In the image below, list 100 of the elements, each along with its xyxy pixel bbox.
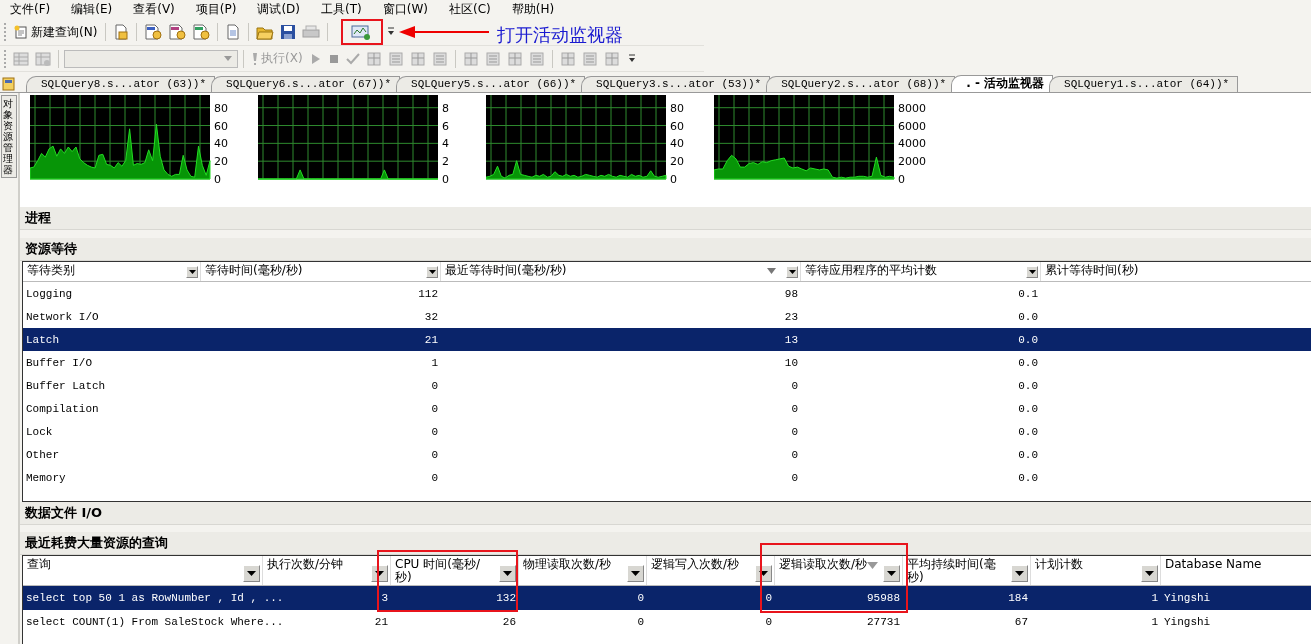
menu-item[interactable]: 社区(C)	[442, 1, 497, 18]
table-cell: 0	[637, 592, 644, 604]
table-row[interactable]: Other 0 0 0.0	[23, 443, 1311, 467]
tick-label: 20	[670, 155, 684, 169]
tick-label: 80	[214, 101, 228, 115]
table-cell: 27731	[867, 616, 900, 628]
table-cell: 21	[424, 333, 438, 346]
table-cell: Other	[26, 448, 59, 461]
table-cell: 0.0	[1018, 402, 1038, 415]
table-cell: Yingshi	[1164, 592, 1211, 604]
tick-label: 60	[214, 119, 228, 133]
table-row[interactable]: Buffer Latch 0 0 0.0	[23, 374, 1311, 398]
column-header[interactable]: Database Name	[1165, 558, 1262, 571]
table-row[interactable]: Buffer I/O 1 10 0.0	[23, 351, 1311, 375]
new-query-button[interactable]: 新建查询(N)	[11, 21, 101, 43]
column-header[interactable]: 等待应用程序的平均计数	[805, 264, 937, 278]
table-cell: 0	[431, 448, 438, 461]
column-header[interactable]: 执行次数/分钟	[267, 558, 344, 571]
table-cell: Memory	[26, 471, 66, 484]
tick-label: 20	[214, 155, 228, 169]
document-tab[interactable]: SQLQuery5.s...ator (66))*	[396, 76, 586, 92]
table-cell: 0	[791, 425, 798, 438]
table-cell: 0	[791, 471, 798, 484]
table-cell: 21	[374, 616, 388, 628]
table-cell: 1	[1151, 616, 1158, 628]
table-cell: Compilation	[26, 402, 99, 415]
table-row[interactable]: Lock 0 0 0.0	[23, 420, 1311, 444]
table-cell: 184	[1008, 592, 1028, 604]
column-header[interactable]: 等待类别	[27, 264, 75, 278]
tick-label: 0	[898, 173, 905, 183]
object-explorer-tab[interactable]: 对象资源管理器	[1, 95, 17, 178]
callout-text: 打开活动监视器	[497, 23, 624, 47]
table-cell: 13	[784, 333, 798, 346]
table-cell: 1	[431, 356, 438, 369]
table-cell: 0	[431, 402, 438, 415]
menu-item[interactable]: 调试(D)	[251, 1, 306, 18]
table-row[interactable]: select COUNT(1) From SaleStock Where... 21 26 0 0 27731 67 1 Yingshi	[23, 610, 1311, 634]
menu-item[interactable]: 查看(V)	[127, 1, 181, 18]
tick-label: 40	[670, 137, 684, 151]
tick-label: 4	[442, 137, 449, 151]
column-header[interactable]: 平均持续时间(毫秒)	[907, 558, 1004, 584]
table-cell: 0.0	[1018, 471, 1038, 484]
table-cell: 10	[784, 356, 798, 369]
document-tab[interactable]: SQLQuery8.s...ator (63))*	[26, 76, 216, 92]
tick-label: 6000	[898, 119, 926, 133]
column-header[interactable]: 等待时间(毫秒/秒)	[205, 264, 303, 278]
table-cell: select COUNT(1) From SaleStock Where...	[26, 616, 284, 628]
tick-label: 0	[670, 173, 677, 183]
table-cell: 23	[784, 310, 798, 323]
tick-label: 4000	[898, 137, 926, 151]
table-cell: 0	[431, 425, 438, 438]
menu-item[interactable]: 文件(F)	[4, 1, 57, 18]
menu-item[interactable]: 帮助(H)	[505, 1, 561, 18]
document-tab[interactable]: SQLQuery3.s...ator (53))*	[581, 76, 771, 92]
table-cell: Lock	[26, 425, 53, 438]
table-cell: select top 50 1 as RowNumber , Id , ...	[26, 592, 284, 604]
table-cell: 0.0	[1018, 356, 1038, 369]
tick-label: 0	[214, 173, 221, 183]
table-row[interactable]: Memory 0 0 0.0	[23, 466, 1311, 490]
table-cell: 0	[765, 616, 772, 628]
table-cell: Buffer I/O	[26, 356, 92, 369]
table-cell: 0.0	[1018, 425, 1038, 438]
document-tab[interactable]: SQLQuery1.s...ator (64))*	[1049, 76, 1239, 92]
table-cell: 1	[1151, 592, 1158, 604]
column-header[interactable]: 查询	[27, 558, 51, 571]
table-cell: 0	[791, 379, 798, 392]
table-cell: 0	[765, 592, 772, 604]
table-row[interactable]: Logging 112 98 0.1	[23, 282, 1311, 306]
section-header[interactable]: 资源等待	[20, 238, 1311, 262]
tick-label: 0	[442, 173, 449, 183]
menu-item[interactable]: 项目(P)	[189, 1, 243, 18]
table-cell: 3	[381, 592, 388, 604]
document-tab[interactable]: . - 活动监视器	[951, 75, 1054, 92]
section-header[interactable]: 最近耗费大量资源的查询	[20, 532, 1311, 555]
table-row[interactable]: Network I/O 32 23 0.0	[23, 305, 1311, 329]
menu-item[interactable]: 工具(T)	[315, 1, 368, 18]
table-cell: 67	[1014, 616, 1028, 628]
section-header[interactable]: 进程	[20, 207, 1311, 231]
table-cell: 0	[431, 471, 438, 484]
table-row[interactable]: Latch 21 13 0.0	[23, 328, 1311, 352]
tick-label: 2	[442, 155, 449, 169]
table-row[interactable]: select top 50 1 as RowNumber , Id , ... 3 132 0 0 95988 184 1 Yingshi	[23, 586, 1311, 610]
document-tab[interactable]: SQLQuery6.s...ator (67))*	[211, 76, 401, 92]
column-header[interactable]: 累计等待时间(秒)	[1045, 264, 1139, 278]
menu-item[interactable]: 窗口(W)	[376, 1, 434, 18]
menu-item[interactable]: 编辑(E)	[65, 1, 119, 18]
column-header[interactable]: 逻辑写入次数/秒	[651, 558, 740, 571]
column-header[interactable]: 最近等待时间(毫秒/秒)	[445, 264, 567, 278]
column-header[interactable]: 计划计数	[1035, 558, 1083, 571]
column-header[interactable]: 逻辑读取次数/秒	[779, 558, 868, 571]
column-header[interactable]: 物理读取次数/秒	[523, 558, 612, 571]
section-header[interactable]: 数据文件 I/O	[20, 502, 1311, 525]
table-cell: Network I/O	[26, 310, 99, 323]
table-cell: 112	[418, 287, 438, 300]
table-row[interactable]: Compilation 0 0 0.0	[23, 397, 1311, 421]
document-tab[interactable]: SQLQuery2.s...ator (68))*	[766, 76, 956, 92]
column-header[interactable]: CPU 时间(毫秒/秒)	[395, 558, 492, 584]
tick-label: 8000	[898, 101, 926, 115]
tick-label: 60	[670, 119, 684, 133]
table-cell: 132	[496, 592, 516, 604]
